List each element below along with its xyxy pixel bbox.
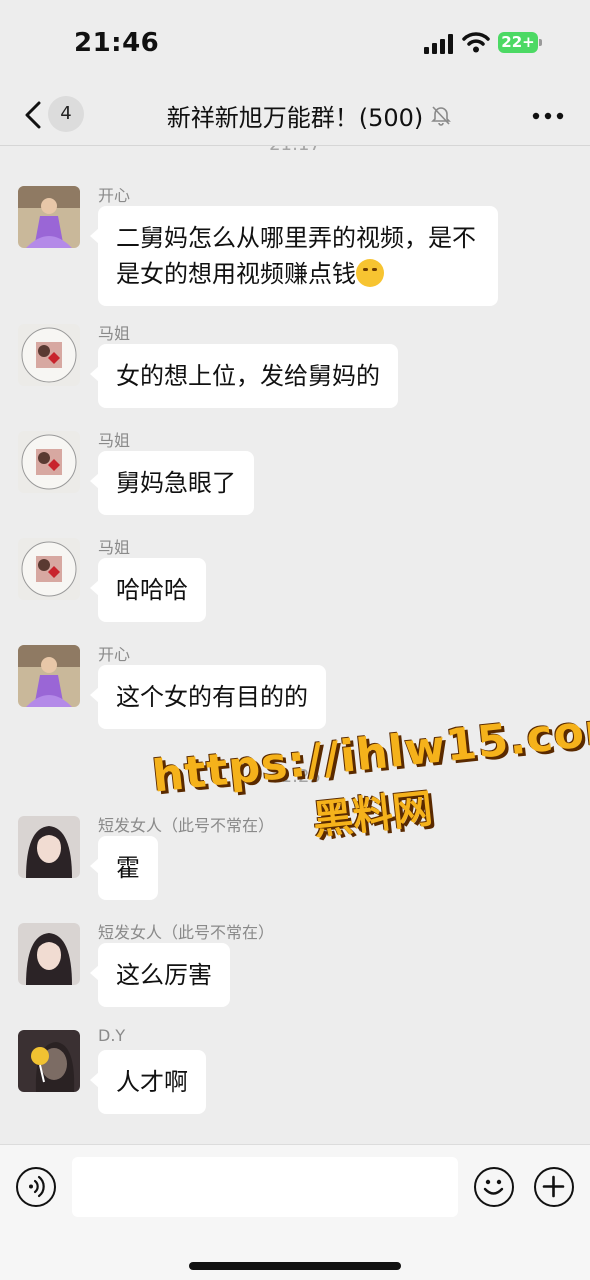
plus-icon — [542, 1175, 565, 1198]
message-bubble[interactable]: 这个女的有目的的 — [90, 665, 326, 729]
message-bubble[interactable]: 哈哈哈 — [90, 558, 206, 622]
thinking-face-emoji-icon — [356, 259, 384, 287]
battery-indicator: 22+ — [498, 32, 542, 53]
chat-title: 新祥新旭万能群！(500) — [166, 104, 424, 132]
message-bubble[interactable]: 这么厉害 — [90, 943, 230, 1007]
message-text: 霍 — [116, 854, 140, 882]
sender-avatar[interactable] — [18, 186, 80, 248]
sender-avatar[interactable] — [18, 923, 80, 985]
message-input-bar — [0, 1144, 590, 1280]
smiley-face-icon — [483, 1179, 504, 1195]
sender-avatar[interactable] — [18, 431, 80, 493]
sender-avatar[interactable] — [18, 1030, 80, 1092]
more-options-icon[interactable] — [532, 112, 564, 120]
chat-header: 4 新祥新旭万能群！(500) — [0, 84, 590, 146]
sender-avatar[interactable] — [18, 645, 80, 707]
sender-name: 马姐 — [98, 324, 131, 343]
sender-avatar[interactable] — [18, 816, 80, 878]
sender-avatar[interactable] — [18, 324, 80, 386]
message-text: 二舅妈怎么从哪里弄的视频，是不是女的想用视频赚点钱 — [116, 224, 476, 288]
message-bubble[interactable]: 舅妈急眼了 — [90, 451, 254, 515]
sender-name: 开心 — [98, 186, 131, 205]
mute-bell-icon — [431, 106, 451, 126]
message-text: 女的想上位，发给舅妈的 — [116, 362, 380, 390]
message-bubble[interactable]: 霍 — [90, 836, 158, 900]
unread-count-badge[interactable]: 4 — [48, 96, 84, 132]
sender-name: 马姐 — [98, 538, 131, 557]
time-divider: 21:17 — [0, 146, 590, 155]
sender-name: 马姐 — [98, 431, 131, 450]
status-time: 21:46 — [74, 28, 160, 58]
message-bubble[interactable]: 人才啊 — [90, 1050, 206, 1114]
more-actions-button[interactable] — [534, 1167, 574, 1207]
message-bubble[interactable]: 女的想上位，发给舅妈的 — [90, 344, 398, 408]
message-text: 哈哈哈 — [116, 576, 188, 604]
message-bubble[interactable]: 二舅妈怎么从哪里弄的视频，是不是女的想用视频赚点钱 — [90, 206, 498, 306]
sender-name: 开心 — [98, 645, 131, 664]
sender-name: 短发女人（此号不常在） — [98, 923, 275, 942]
message-text: 舅妈急眼了 — [116, 469, 236, 497]
wifi-icon — [462, 32, 490, 53]
status-bar: 21:46 22+ — [0, 0, 590, 84]
sender-avatar[interactable] — [18, 538, 80, 600]
message-text: 人才啊 — [116, 1068, 188, 1096]
emoji-button[interactable] — [474, 1167, 514, 1207]
home-indicator[interactable] — [189, 1262, 401, 1270]
message-list[interactable]: 21:17 开心 二舅妈怎么从哪里弄的视频，是不是女的想用视频赚点钱 — [0, 146, 590, 1144]
cellular-signal-icon — [424, 34, 454, 54]
sender-name: D.Y — [98, 1026, 126, 1045]
message-text: 这么厉害 — [116, 961, 212, 989]
message-text: 这个女的有目的的 — [116, 683, 308, 711]
back-chevron-icon[interactable] — [22, 100, 44, 130]
message-text-input[interactable] — [72, 1157, 458, 1217]
voice-icon — [29, 1175, 45, 1198]
voice-input-button[interactable] — [16, 1167, 56, 1207]
